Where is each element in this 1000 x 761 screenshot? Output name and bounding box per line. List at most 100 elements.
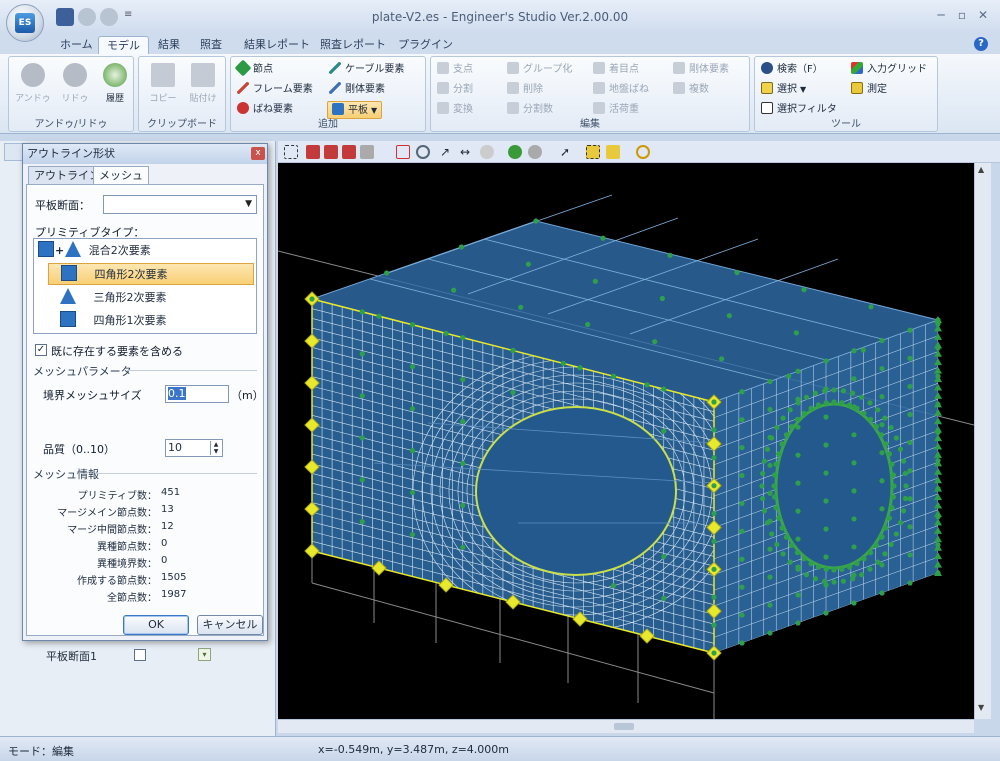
pan-icon[interactable]: ↔	[458, 145, 472, 159]
copy-button[interactable]: コピー	[143, 63, 183, 104]
select-box-icon[interactable]	[586, 145, 600, 159]
tab-mesh[interactable]: メッシュ	[93, 166, 149, 185]
undo-button[interactable]: アンドゥ	[13, 63, 53, 104]
mesh-node	[409, 448, 416, 454]
tab-plugin[interactable]: プラグイン	[390, 36, 461, 54]
frame-element-button[interactable]: フレーム要素	[237, 81, 313, 99]
quality-stepper[interactable]: ▲ ▼	[210, 441, 221, 455]
primitive-label: 混合2次要素	[88, 244, 151, 257]
view-front-icon[interactable]	[324, 145, 338, 159]
chevron-down-icon: ▼	[371, 106, 378, 115]
ground-spring-button[interactable]: 地盤ばね	[593, 81, 649, 99]
tab-check-report[interactable]: 照査レポート	[312, 36, 394, 54]
mesh-node	[409, 406, 416, 412]
mesh-node	[711, 594, 717, 600]
mesh-node	[659, 295, 665, 302]
model-3d-view[interactable]	[278, 163, 974, 719]
plate-section-item[interactable]: 平板断面1	[46, 648, 97, 664]
quality-label: 品質（0..10）	[43, 443, 115, 456]
primitive-quad-linear[interactable]: 四角形1次要素	[48, 310, 266, 332]
view-side-icon[interactable]	[342, 145, 356, 159]
pointer-icon[interactable]: ➚	[558, 145, 572, 159]
zoom-icon[interactable]	[416, 145, 430, 159]
scroll-down-icon[interactable]: ▼	[978, 703, 984, 712]
primitive-label: 三角形2次要素	[93, 291, 167, 304]
fulcrum-button[interactable]: 支点	[437, 61, 473, 79]
plate-section-dropdown-icon[interactable]: ▾	[198, 648, 211, 661]
cancel-button[interactable]: キャンセル	[197, 615, 263, 635]
mesh-node	[823, 400, 829, 406]
info-label: プリミティブ数：	[77, 491, 157, 502]
history-button[interactable]: 履歴	[95, 63, 135, 104]
search-button[interactable]: 検索（F）	[761, 61, 823, 79]
forward-arrow-icon[interactable]	[528, 145, 542, 159]
rigid-element-button[interactable]: 剛体要素	[329, 81, 385, 99]
multiple-button[interactable]: 複数	[673, 81, 709, 99]
primitive-tri-quadratic[interactable]: 三角形2次要素	[48, 287, 266, 309]
primitive-label: 四角形1次要素	[93, 314, 167, 327]
scroll-thumb[interactable]	[614, 723, 634, 730]
ok-button[interactable]: OK	[123, 615, 189, 635]
measure-button[interactable]: 測定	[851, 81, 887, 99]
mesh-node	[875, 407, 881, 413]
split-button[interactable]: 分割	[437, 81, 473, 99]
primitive-mixed-quadratic[interactable]: + 混合2次要素	[36, 240, 254, 262]
redo-button[interactable]: リドゥ	[55, 63, 95, 104]
select-button[interactable]: 選択 ▼	[761, 81, 806, 99]
tab-result-report[interactable]: 結果レポート	[236, 36, 318, 54]
info-value: 1987	[161, 589, 187, 600]
mesh-point-button[interactable]: 着目点	[593, 61, 639, 79]
mesh-node	[831, 399, 837, 405]
scroll-up-icon[interactable]: ▲	[978, 165, 984, 174]
view-cube-icon[interactable]	[306, 145, 320, 159]
tab-home[interactable]: ホーム	[52, 36, 101, 54]
close-button[interactable]: ✕	[974, 8, 992, 22]
plate-section-select[interactable]: ▼	[103, 195, 257, 214]
mesh-node	[851, 432, 857, 438]
mesh-node	[879, 365, 885, 372]
tab-check[interactable]: 照査	[192, 36, 230, 54]
search-icon[interactable]	[636, 145, 650, 159]
node-button[interactable]: 節点	[234, 59, 273, 79]
tab-model[interactable]: モデル	[98, 36, 149, 54]
tab-results[interactable]: 結果	[150, 36, 188, 54]
ruler-icon	[851, 82, 863, 94]
vertical-scrollbar[interactable]: ▲ ▼	[974, 163, 991, 719]
target-icon[interactable]	[480, 145, 494, 159]
include-existing-checkbox[interactable]: ✓	[35, 344, 47, 356]
mesh-node	[902, 470, 908, 477]
model-viewport[interactable]	[278, 163, 974, 719]
mesh-node	[409, 364, 416, 370]
quality-input[interactable]: 10 ▲ ▼	[165, 439, 223, 457]
mesh-node	[897, 520, 904, 526]
group-label-clipboard: クリップボード	[147, 119, 217, 130]
mesh-node	[533, 218, 539, 224]
group-button[interactable]: グループ化	[507, 61, 572, 79]
info-value: 12	[161, 521, 174, 532]
app-logo[interactable]: ES	[6, 4, 44, 42]
zoom-window-icon[interactable]	[396, 145, 410, 159]
quick-access-menu-icon[interactable]: ≡	[124, 9, 132, 20]
minimize-button[interactable]: ─	[932, 8, 950, 22]
maximize-button[interactable]: ▫	[953, 8, 971, 22]
primitive-quad-quadratic[interactable]: 四角形2次要素	[48, 263, 254, 285]
back-arrow-icon[interactable]	[508, 145, 522, 159]
undo-icon[interactable]	[78, 8, 96, 26]
mesh-node	[460, 502, 466, 508]
input-grid-button[interactable]: 入力グリッド	[851, 61, 927, 79]
horizontal-scrollbar[interactable]	[278, 719, 974, 733]
cable-element-button[interactable]: ケーブル要素	[329, 61, 404, 79]
help-icon[interactable]: ?	[974, 37, 988, 51]
boundary-mesh-size-input[interactable]: 0.1	[165, 385, 229, 403]
fit-view-icon[interactable]	[284, 145, 298, 159]
view-top-icon[interactable]	[360, 145, 374, 159]
delete-button[interactable]: 削除	[507, 81, 543, 99]
dialog-close-button[interactable]: x	[251, 147, 265, 160]
save-icon[interactable]	[56, 8, 74, 26]
paste-button[interactable]: 貼付け	[183, 63, 223, 104]
rotate-icon[interactable]: ↗	[438, 145, 452, 159]
redo-icon[interactable]	[100, 8, 118, 26]
select-poly-icon[interactable]	[606, 145, 620, 159]
rigid-elem-edit-button[interactable]: 剛体要素	[673, 61, 729, 79]
plate-section-checkbox[interactable]	[134, 649, 146, 661]
